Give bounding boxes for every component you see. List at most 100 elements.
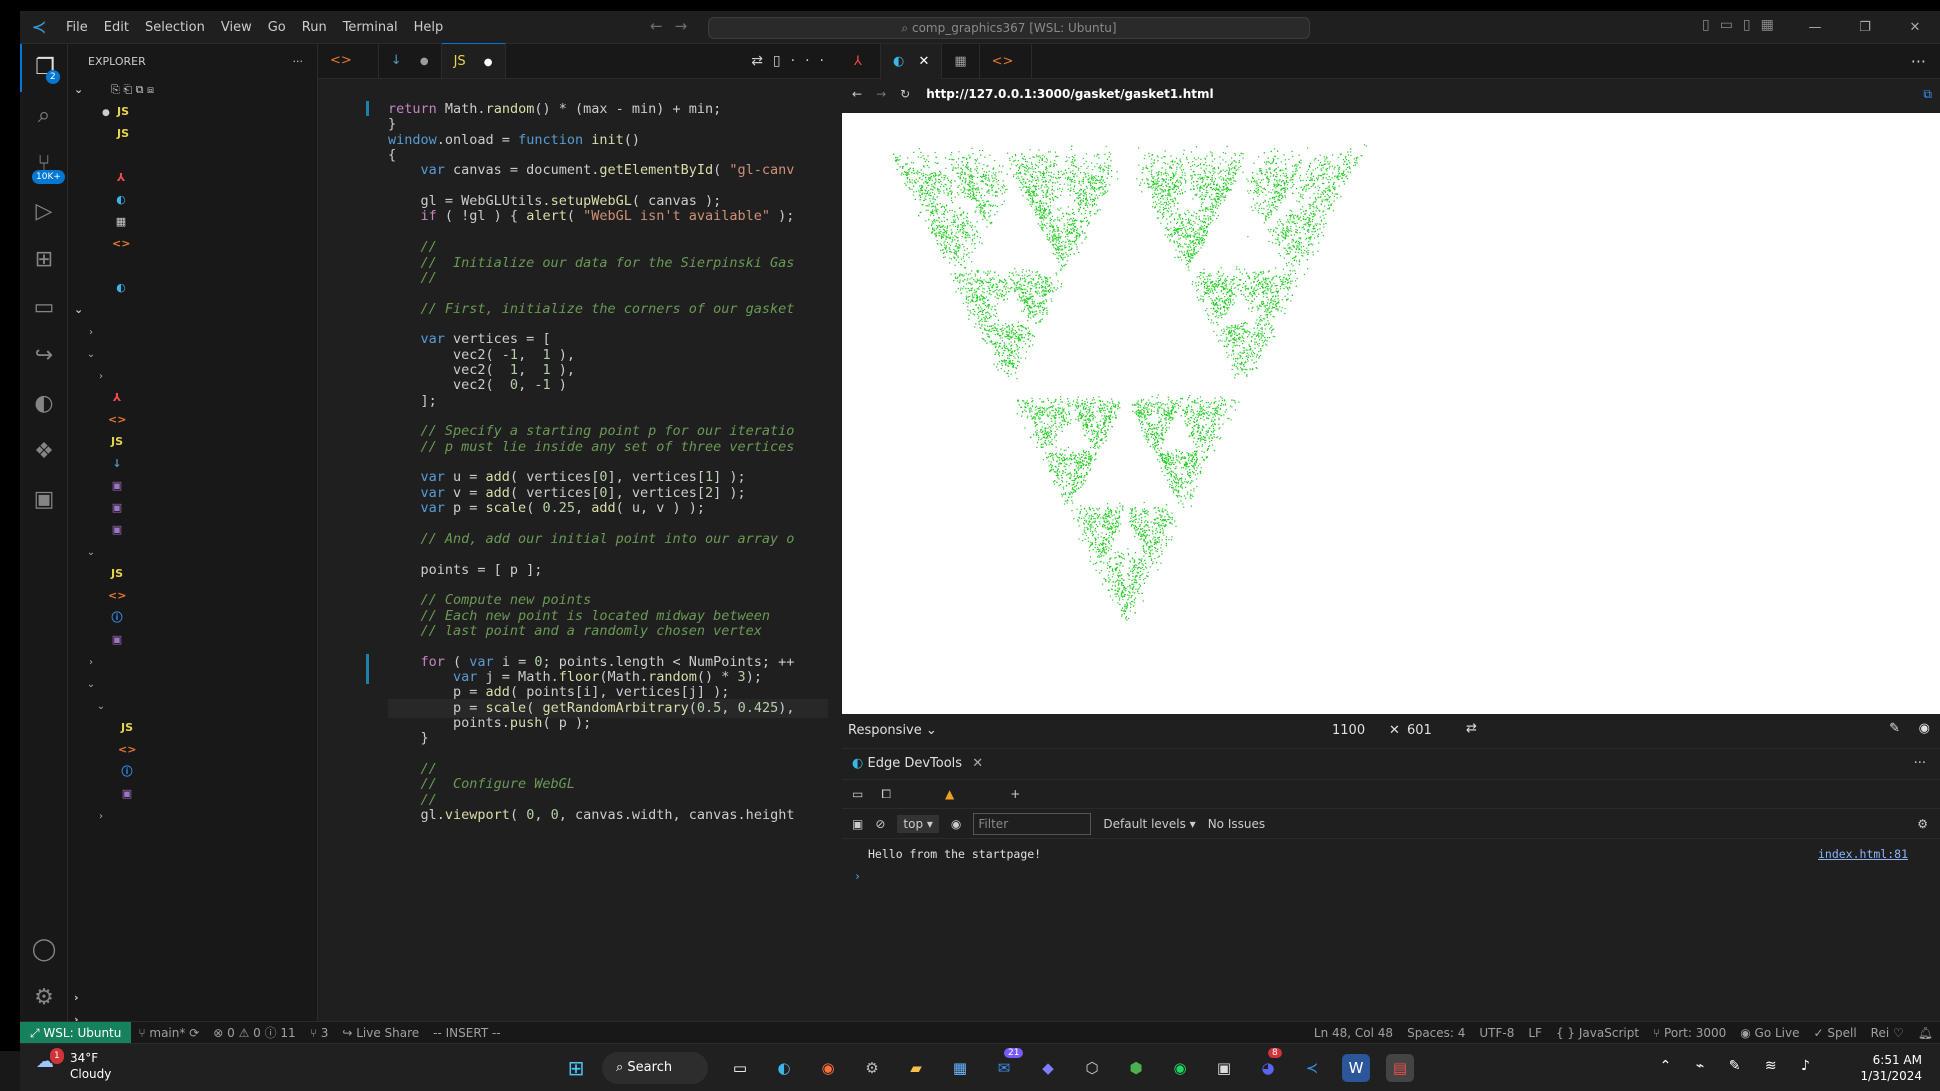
more-actions-icon[interactable]: ··· <box>293 55 304 68</box>
code-line[interactable]: points.push( p ); <box>388 715 591 731</box>
code-line[interactable]: } <box>388 730 429 746</box>
live-share-icon[interactable]: ↪ <box>20 332 68 380</box>
run-debug-icon[interactable]: ▷ <box>20 188 68 236</box>
explorer-item[interactable]: JS <box>68 123 318 145</box>
terminal-icon[interactable]: ▣ <box>20 476 68 524</box>
close-icon[interactable]: ✕ <box>1890 11 1940 44</box>
unsaved-dot-icon[interactable]: ● <box>420 56 429 67</box>
code-area[interactable]: return Math.random() * (max - min) + min… <box>318 101 842 1021</box>
preview-tab-0[interactable]: ⅄ <box>842 44 881 79</box>
code-line[interactable]: for ( var i = 0; points.length < NumPoin… <box>388 654 795 670</box>
menu-edit[interactable]: Edit <box>96 20 137 35</box>
open-editors-actions[interactable]: ⎘ ⎗ ⧉ ⧈ <box>111 83 154 96</box>
code-line[interactable]: points = [ p ]; <box>388 562 543 578</box>
unsaved-dot-icon[interactable]: ● <box>484 57 493 68</box>
code-line[interactable]: // First, initialize the corners of our … <box>388 301 795 317</box>
explorer-item[interactable]: <> <box>68 585 318 607</box>
nav-arrows[interactable]: ←→ <box>650 17 699 35</box>
menu-help[interactable]: Help <box>406 20 452 35</box>
menu-selection[interactable]: Selection <box>137 20 213 35</box>
url-field[interactable]: http://127.0.0.1:3000/gasket/gasket1.htm… <box>926 87 1213 101</box>
code-line[interactable]: p = scale( getRandomArbitrary(0.5, 0.425… <box>388 700 794 716</box>
preview-tab-3[interactable]: <> <box>980 44 1033 79</box>
tab-gasket1-js[interactable]: JS ● <box>441 43 506 78</box>
code-line[interactable]: // Configure WebGL <box>388 776 575 792</box>
explorer-item[interactable]: <> <box>68 739 318 761</box>
code-line[interactable]: } <box>388 116 396 132</box>
preview-more-icon[interactable]: ··· <box>1911 44 1926 79</box>
explorer-item[interactable]: ◐ <box>68 189 318 211</box>
code-line[interactable]: // Each new point is located midway betw… <box>388 608 771 624</box>
layout-toggle-icons[interactable]: ▯▭▯▦ <box>1702 17 1784 33</box>
explorer-item[interactable]: ▦ <box>68 211 318 233</box>
code-line[interactable]: var vertices = [ <box>388 331 551 347</box>
explorer-item[interactable]: › <box>68 805 318 827</box>
code-line[interactable]: ]; <box>388 393 437 409</box>
close-tab-icon[interactable]: ✕ <box>918 54 929 69</box>
explorer-icon[interactable]: ❐ <box>20 44 68 92</box>
menu-file[interactable]: File <box>58 20 96 35</box>
menu-run[interactable]: Run <box>294 20 335 35</box>
preview-tab-2[interactable]: ▦ <box>942 44 980 79</box>
menu-view[interactable]: View <box>213 20 260 35</box>
code-line[interactable]: gl.viewport( 0, 0, canvas.width, canvas.… <box>388 807 795 823</box>
explorer-item[interactable]: JS <box>68 563 318 585</box>
section-header[interactable]: ⌄ ⎘ ⎗ ⧉ ⧈ <box>68 79 318 101</box>
code-line[interactable]: vec2( -1, 1 ), <box>388 347 575 363</box>
code-line[interactable]: { <box>388 147 396 163</box>
code-line[interactable]: // <box>388 270 437 286</box>
maximize-icon[interactable]: ❐ <box>1840 11 1890 44</box>
command-center[interactable]: ⌕ comp_graphics367 [WSL: Ubuntu] <box>708 17 1310 39</box>
code-line[interactable]: var v = add( vertices[0], vertices[2] ); <box>388 485 746 501</box>
section-header[interactable]: › <box>68 987 318 1009</box>
code-line[interactable]: // <box>388 761 437 777</box>
explorer-item[interactable]: ⌄ <box>68 541 318 563</box>
explorer-item[interactable]: ◐ <box>68 277 318 299</box>
reload-icon[interactable]: ↻ <box>900 87 910 101</box>
code-line[interactable]: // Specify a starting point p for our it… <box>388 423 795 439</box>
code-line[interactable]: gl = WebGLUtils.setupWebGL( canvas ); <box>388 193 722 209</box>
explorer-item[interactable]: ▣ <box>68 519 318 541</box>
edge-devtools-icon[interactable]: ◐ <box>20 380 68 428</box>
python-icon[interactable]: ❖ <box>20 428 68 476</box>
code-line[interactable]: // Initialize our data for the Sierpinsk… <box>388 255 795 271</box>
explorer-item[interactable]: ⌄ <box>68 695 318 717</box>
code-line[interactable]: // last point and a randomly chosen vert… <box>388 623 762 639</box>
explorer-item[interactable]: JS <box>68 717 318 739</box>
code-line[interactable]: // p must lie inside any set of three ve… <box>388 439 795 455</box>
explorer-item[interactable]: JS <box>68 431 318 453</box>
code-line[interactable]: if ( !gl ) { alert( "WebGL isn't availab… <box>388 208 795 224</box>
editor-actions[interactable]: ⇄▯··· <box>751 44 834 79</box>
webgl-canvas[interactable] <box>842 113 1940 714</box>
back-icon[interactable]: ← <box>852 87 862 101</box>
explorer-item[interactable]: ⓘ <box>68 761 318 783</box>
explorer-item[interactable]: ⌄ <box>68 673 318 695</box>
explorer-item[interactable]: ⅄ <box>68 387 318 409</box>
explorer-item[interactable]: ● JS <box>68 101 318 123</box>
code-line[interactable]: // Compute new points <box>388 592 592 608</box>
code-line[interactable]: return Math.random() * (max - min) + min… <box>388 101 721 117</box>
code-line[interactable]: window.onload = function init() <box>388 132 640 148</box>
code-line[interactable]: // And, add our initial point into our a… <box>388 531 795 547</box>
explorer-item[interactable]: › <box>68 321 318 343</box>
tab-report-md[interactable]: ↓ ● <box>379 43 442 78</box>
explorer-item[interactable]: ▣ <box>68 629 318 651</box>
code-line[interactable]: vec2( 0, -1 ) <box>388 377 567 393</box>
tab-gasket1-html[interactable]: <> <box>318 43 379 78</box>
explorer-item[interactable]: <> <box>68 233 318 255</box>
menu-go[interactable]: Go <box>260 20 294 35</box>
inspect-icon[interactable]: ⧉ <box>1923 87 1932 102</box>
forward-icon[interactable]: → <box>876 87 886 101</box>
preview-tab-1[interactable]: ◐ ✕ <box>880 44 943 79</box>
explorer-item[interactable]: ⌄ <box>68 343 318 365</box>
explorer-item[interactable]: › <box>68 365 318 387</box>
gear-icon[interactable]: ⚙ <box>20 974 68 1022</box>
account-icon[interactable]: ◯ <box>20 926 68 974</box>
code-line[interactable]: var p = scale( 0.25, add( u, v ) ); <box>388 500 706 516</box>
minimize-icon[interactable]: — <box>1790 11 1840 44</box>
menu-terminal[interactable]: Terminal <box>335 20 406 35</box>
explorer-item[interactable]: ⅄ <box>68 167 318 189</box>
code-line[interactable]: var u = add( vertices[0], vertices[1] ); <box>388 469 746 485</box>
explorer-item[interactable]: ▣ <box>68 783 318 805</box>
extensions-icon[interactable]: ⊞ <box>20 236 68 284</box>
